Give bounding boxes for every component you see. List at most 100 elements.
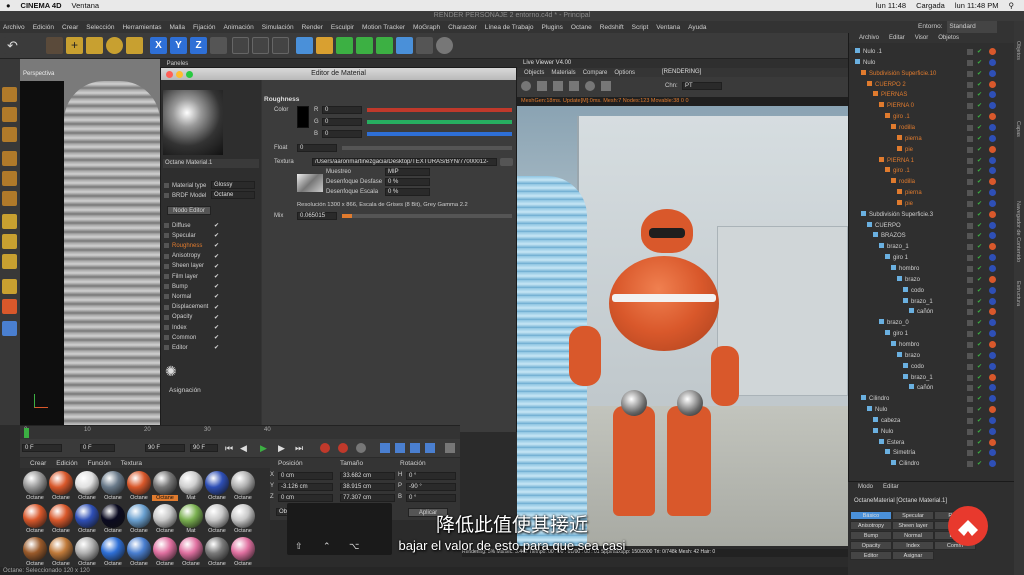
check-icon[interactable]: ✔ — [977, 124, 982, 131]
visibility-dots-icon[interactable] — [967, 81, 973, 88]
material-tag-icon[interactable] — [989, 265, 996, 272]
visibility-dots-icon[interactable] — [967, 331, 973, 338]
color-swatch[interactable] — [297, 106, 309, 128]
material-tag-icon[interactable] — [989, 384, 996, 392]
material-tag-icon[interactable] — [989, 297, 996, 305]
channel-checkbox[interactable] — [164, 304, 169, 310]
record-icon[interactable] — [320, 443, 330, 453]
visibility-dots-icon[interactable] — [967, 157, 973, 164]
visibility-dots-icon[interactable] — [967, 341, 973, 348]
object-row[interactable]: brazo — [897, 351, 920, 361]
node-editor-button[interactable]: Nodo Editor — [167, 206, 211, 215]
timeline-menu-icon[interactable] — [445, 443, 455, 453]
material-swatch[interactable] — [49, 471, 73, 495]
check-icon[interactable]: ✔ — [977, 352, 982, 359]
mac-app-name[interactable]: CINEMA 4D — [21, 1, 62, 10]
menu-11[interactable]: Motion Tracker — [362, 24, 405, 31]
object-row[interactable]: pierna — [897, 188, 922, 198]
object-row[interactable]: cabeza — [873, 416, 900, 426]
visibility-dots-icon[interactable] — [967, 298, 973, 305]
visibility-dots-icon[interactable] — [967, 428, 973, 435]
material-tag-icon[interactable] — [989, 362, 996, 370]
muestreo-select[interactable]: MIP — [385, 168, 430, 176]
material-swatch-label[interactable]: Mat — [178, 495, 204, 501]
material-swatch[interactable] — [231, 471, 255, 495]
material-swatch-label[interactable]: Octane — [74, 495, 100, 501]
material-tag-icon[interactable] — [989, 102, 996, 110]
material-swatch-label[interactable]: Octane — [126, 495, 152, 501]
objmgr-menu-3[interactable]: Objetos — [938, 35, 959, 41]
object-row[interactable]: cañón — [909, 383, 933, 393]
param-key-icon[interactable] — [425, 443, 435, 453]
render-view[interactable] — [517, 106, 848, 546]
keyframe-icon[interactable] — [356, 443, 366, 453]
check-icon[interactable]: ✔ — [977, 113, 982, 120]
coord-size-field[interactable]: 38.915 cm — [340, 483, 395, 491]
visibility-dots-icon[interactable] — [967, 244, 973, 251]
lv-region-icon[interactable] — [601, 81, 611, 91]
visibility-dots-icon[interactable] — [967, 179, 973, 186]
assign-icon[interactable]: ✺ — [165, 363, 181, 379]
coord-position-field[interactable]: 0 cm — [278, 472, 333, 480]
object-row[interactable]: PIERNA 0 — [879, 101, 914, 111]
check-icon[interactable]: ✔ — [977, 384, 982, 391]
workplane-icon[interactable] — [2, 254, 17, 269]
visibility-dots-icon[interactable] — [967, 309, 973, 316]
material-tag-icon[interactable] — [989, 308, 996, 316]
material-swatch[interactable] — [23, 471, 47, 495]
object-row[interactable]: Nulo .1 — [855, 47, 882, 57]
channel-checkbox[interactable] — [164, 243, 169, 249]
material-tag-icon[interactable] — [989, 351, 996, 359]
channel-checkbox[interactable] — [164, 335, 169, 341]
object-row[interactable]: brazo_1 — [903, 297, 933, 307]
check-icon[interactable]: ✔ — [977, 167, 982, 174]
channel-checkbox[interactable] — [164, 223, 169, 228]
menu-1[interactable]: Edición — [33, 24, 54, 31]
check-icon[interactable]: ✔ — [977, 135, 982, 142]
check-icon[interactable]: ✔ — [977, 330, 982, 337]
object-row[interactable]: Nulo — [867, 405, 887, 415]
float-slider[interactable] — [342, 146, 512, 150]
check-icon[interactable]: ✔ — [977, 276, 982, 283]
check-icon[interactable]: ✔ — [977, 59, 982, 66]
material-swatch[interactable] — [179, 471, 203, 495]
menu-6[interactable]: Fijación — [193, 24, 215, 31]
minimize-window-button[interactable] — [176, 71, 183, 78]
material-swatch-label[interactable]: Octane — [152, 495, 178, 501]
lv-settings-icon[interactable] — [585, 81, 595, 91]
mac-menu-ventana[interactable]: Ventana — [72, 1, 100, 10]
right-tab-2[interactable]: Navegador de Contenido — [1015, 201, 1021, 262]
coord-rotation-field[interactable]: 0 ° — [406, 472, 456, 480]
material-swatch-label[interactable]: Octane — [22, 495, 48, 501]
channel-r-field[interactable]: 0 — [322, 106, 362, 114]
material-tag-icon[interactable] — [989, 156, 996, 164]
check-icon[interactable]: ✔ — [977, 146, 982, 153]
material-tag-icon[interactable] — [989, 373, 996, 381]
visibility-dots-icon[interactable] — [967, 450, 973, 457]
material-swatch[interactable] — [205, 471, 229, 495]
menu-16[interactable]: Octane — [571, 24, 592, 31]
object-row[interactable]: giro 1 — [885, 329, 908, 339]
channel-diffuse[interactable]: Diffuse ✔ — [164, 221, 258, 230]
playhead[interactable] — [24, 428, 29, 438]
brdf-select[interactable]: Octane — [211, 191, 255, 199]
coord-size-field[interactable]: 33.682 cm — [340, 472, 395, 480]
check-icon[interactable]: ✔ — [977, 211, 982, 218]
scale-icon[interactable] — [86, 37, 103, 54]
close-window-button[interactable] — [166, 71, 173, 78]
objmgr-menu-2[interactable]: Visor — [915, 35, 929, 41]
menu-17[interactable]: Redshift — [600, 24, 624, 31]
object-row[interactable]: BRAZOS — [873, 231, 906, 241]
object-row[interactable]: Cilindro — [861, 394, 889, 404]
visibility-dots-icon[interactable] — [967, 222, 973, 229]
menu-9[interactable]: Render — [302, 24, 323, 31]
menu-14[interactable]: Línea de Trabajo — [485, 24, 534, 31]
solo-icon[interactable] — [2, 299, 17, 314]
material-tag-icon[interactable] — [989, 416, 996, 424]
visibility-dots-icon[interactable] — [967, 385, 973, 392]
check-icon[interactable]: ✔ — [977, 232, 982, 239]
channel-roughness[interactable]: Roughness ✔ — [164, 241, 258, 250]
channel-bump[interactable]: Bump ✔ — [164, 282, 258, 291]
material-swatch[interactable] — [101, 471, 125, 495]
material-preview[interactable] — [163, 90, 223, 155]
